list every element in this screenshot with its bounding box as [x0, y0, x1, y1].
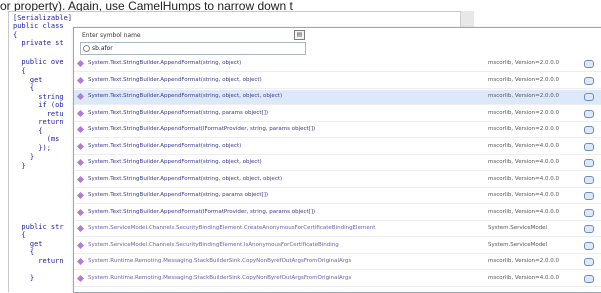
method-icon	[76, 175, 85, 183]
assembly-reference-icon	[584, 192, 594, 200]
assembly-reference-icon	[584, 126, 594, 134]
method-icon	[76, 241, 85, 249]
assembly-name: mscorlib, Version=4.0.0.0	[488, 208, 559, 215]
symbol-result-row[interactable]: System.Text.StringBuilder.AppendFormat(s…	[74, 90, 601, 105]
assembly-reference-icon	[584, 142, 594, 151]
symbol-result-row[interactable]: System.Text.StringBuilder.AppendFormat(s…	[74, 57, 601, 72]
symbol-signature: System.Text.StringBuilder.AppendFormat(s…	[88, 93, 283, 99]
assembly-name: mscorlib, Version=4.0.0.0	[488, 159, 559, 165]
symbol-signature: System.Text.StringBuilder.AppendFormat(s…	[88, 159, 262, 165]
method-icon	[76, 158, 85, 167]
code-line: {	[13, 231, 26, 239]
symbol-result-row[interactable]: System.Text.StringBuilder.AppendFormat(s…	[74, 74, 601, 89]
assembly-name: mscorlib, Version=4.0.0.0	[488, 142, 559, 149]
assembly-reference-icon	[584, 175, 594, 184]
method-icon	[76, 59, 85, 68]
symbol-result-row[interactable]: System.Text.StringBuilder.AppendFormat(s…	[74, 173, 601, 188]
popup-title: Enter symbol name	[82, 32, 141, 39]
symbol-result-row[interactable]: System.Text.StringBuilder.AppendFormat(s…	[74, 156, 601, 171]
code-line: public class	[13, 22, 64, 30]
code-line: string	[13, 93, 64, 101]
code-line: private st	[13, 39, 64, 47]
symbol-result-row[interactable]: System.Runtime.Remoting.Messaging.StackB…	[74, 272, 601, 287]
symbol-result-row[interactable]: System.Text.StringBuilder.AppendFormat(s…	[74, 140, 601, 155]
code-line: public ove	[13, 58, 64, 66]
symbol-result-row[interactable]: System.Runtime.Remoting.Messaging.StackB…	[74, 255, 601, 270]
assembly-name: mscorlib, Version=2.0.0.0	[488, 60, 559, 66]
assembly-name: mscorlib, Version=4.0.0.0	[488, 192, 559, 198]
assembly-reference-icon	[584, 225, 594, 233]
assembly-reference-icon	[584, 258, 594, 266]
symbol-result-row[interactable]: System.ServiceModel.Channels.SecurityBin…	[74, 239, 601, 254]
symbol-signature: System.Text.StringBuilder.AppendFormat(I…	[88, 126, 316, 132]
assembly-name: mscorlib, Version=2.0.0.0	[488, 93, 559, 99]
assembly-reference-icon	[584, 208, 594, 217]
code-line: get	[13, 240, 43, 248]
assembly-name: mscorlib, Version=2.0.0.0	[488, 109, 559, 116]
code-line: });	[13, 144, 51, 152]
method-icon	[76, 191, 85, 200]
symbol-signature: System.Text.StringBuilder.AppendFormat(s…	[88, 192, 269, 198]
assembly-reference-icon	[584, 274, 594, 283]
code-line: {	[13, 67, 26, 75]
code-line: (ms	[13, 135, 60, 143]
symbol-result-row[interactable]: System.Text.StringBuilder.AppendFormat(I…	[74, 206, 601, 221]
method-icon	[76, 208, 85, 216]
search-icon	[83, 45, 90, 52]
assembly-reference-icon	[584, 60, 594, 68]
method-icon	[76, 257, 85, 266]
code-line: return	[13, 257, 64, 265]
dialog-options-icon[interactable]: ▤	[294, 30, 305, 40]
symbol-result-row[interactable]: System.Text.StringBuilder.AppendFormat(I…	[74, 123, 601, 138]
method-icon	[76, 142, 85, 150]
symbol-search-box[interactable]	[80, 42, 306, 55]
assembly-reference-icon	[584, 109, 594, 118]
code-line: [Serializable]	[13, 14, 73, 22]
method-icon	[76, 109, 85, 117]
assembly-name: System.ServiceModel	[488, 241, 548, 248]
symbol-search-popup: Enter symbol name ▤ System.Text.StringBu…	[73, 27, 601, 293]
symbol-signature: System.ServiceModel.Channels.SecurityBin…	[88, 241, 339, 248]
assembly-name: mscorlib, Version=4.0.0.0	[488, 274, 559, 281]
symbol-result-row[interactable]: System.Text.StringBuilder.AppendFormat(s…	[74, 189, 601, 204]
method-icon	[76, 125, 85, 134]
assembly-reference-icon	[584, 76, 594, 85]
assembly-name: mscorlib, Version=4.0.0.0	[488, 175, 559, 182]
code-line: }	[13, 153, 35, 161]
code-line: if (ob	[13, 101, 64, 109]
assembly-reference-icon	[584, 241, 594, 250]
method-icon	[76, 92, 85, 101]
symbol-result-row[interactable]: System.ServiceModel.Channels.SecurityBin…	[74, 222, 601, 237]
method-icon	[76, 76, 85, 84]
code-line: get	[13, 76, 43, 84]
symbol-signature: System.Runtime.Remoting.Messaging.StackB…	[88, 258, 352, 264]
code-line: {	[13, 84, 35, 92]
code-line: retu	[13, 110, 64, 118]
symbol-signature: System.Text.StringBuilder.AppendFormat(s…	[88, 142, 242, 149]
symbol-signature: System.Runtime.Remoting.Messaging.StackB…	[88, 274, 352, 281]
assembly-name: System.ServiceModel	[488, 225, 548, 231]
code-line: return	[13, 118, 64, 126]
symbol-signature: System.Text.StringBuilder.AppendFormat(s…	[88, 109, 269, 116]
assembly-reference-icon	[584, 159, 594, 167]
symbol-search-input[interactable]	[92, 43, 292, 54]
symbol-signature: System.Text.StringBuilder.AppendFormat(I…	[88, 208, 316, 215]
method-icon	[76, 224, 85, 233]
assembly-name: mscorlib, Version=2.0.0.0	[488, 76, 559, 83]
code-line: {	[13, 127, 43, 135]
code-line: }	[13, 162, 26, 170]
code-line: {	[13, 248, 35, 256]
symbol-signature: System.Text.StringBuilder.AppendFormat(s…	[88, 175, 283, 182]
symbol-signature: System.Text.StringBuilder.AppendFormat(s…	[88, 60, 242, 66]
code-line: }	[13, 274, 35, 282]
symbol-signature: System.Text.StringBuilder.AppendFormat(s…	[88, 76, 262, 83]
assembly-reference-icon	[584, 93, 594, 101]
method-icon	[76, 274, 85, 282]
symbol-signature: System.ServiceModel.Channels.SecurityBin…	[88, 225, 376, 231]
code-line: {	[13, 31, 18, 39]
code-line: public str	[13, 223, 64, 231]
assembly-name: mscorlib, Version=2.0.0.0	[488, 258, 559, 264]
symbol-result-row[interactable]: System.Text.StringBuilder.AppendFormat(s…	[74, 107, 601, 122]
assembly-name: mscorlib, Version=2.0.0.0	[488, 126, 559, 132]
